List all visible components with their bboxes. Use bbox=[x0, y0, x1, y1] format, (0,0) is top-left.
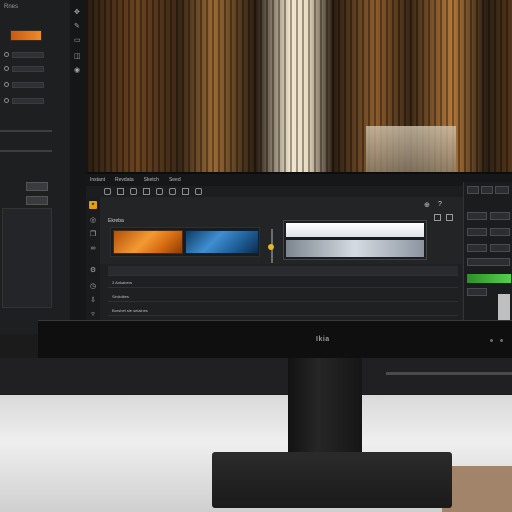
lock-icon[interactable] bbox=[446, 214, 453, 221]
layer-row[interactable]: Borshet sle selaines bbox=[108, 306, 458, 316]
left-option-button[interactable] bbox=[26, 182, 48, 191]
monitor-base bbox=[212, 452, 452, 508]
left-property-row[interactable] bbox=[4, 96, 44, 105]
tool-icon[interactable] bbox=[156, 188, 163, 195]
bezel-button[interactable] bbox=[490, 339, 493, 342]
help-icon[interactable]: ? bbox=[438, 201, 446, 209]
prop-button[interactable] bbox=[467, 212, 487, 220]
folder-icon[interactable]: ▪ bbox=[89, 201, 97, 209]
layer-label: 3 Ankabers bbox=[112, 280, 133, 285]
tool-icon[interactable] bbox=[169, 188, 176, 195]
link-icon[interactable]: ∞ bbox=[89, 245, 97, 253]
copy-icon[interactable]: ❐ bbox=[89, 231, 97, 239]
brush-icon[interactable]: ✎ bbox=[74, 22, 82, 30]
trash-icon[interactable]: ▿ bbox=[89, 311, 97, 319]
preview-highlight bbox=[286, 223, 424, 237]
photo-scene: Rnes ✥ ✎ ▭ ◫ ◉ Instant Revdata Sketch Se… bbox=[0, 0, 512, 512]
property-field[interactable] bbox=[12, 65, 44, 72]
menu-item[interactable]: Revdata bbox=[115, 177, 134, 183]
settings-icon[interactable]: ⚙ bbox=[89, 267, 97, 275]
clock-icon[interactable]: ◷ bbox=[89, 283, 97, 291]
tool-icon[interactable] bbox=[195, 188, 202, 195]
move-icon[interactable]: ✥ bbox=[74, 8, 82, 16]
power-button[interactable] bbox=[500, 339, 503, 342]
layer-icon[interactable]: ◫ bbox=[74, 52, 82, 60]
prop-button[interactable] bbox=[467, 288, 487, 296]
layer-label: Borshet sle selaines bbox=[112, 308, 148, 313]
shelf-edge bbox=[386, 372, 512, 375]
download-icon[interactable]: ⇩ bbox=[89, 297, 97, 305]
prop-button[interactable] bbox=[495, 186, 509, 194]
prop-button[interactable] bbox=[467, 258, 510, 266]
toolbar bbox=[86, 186, 512, 197]
layer-row[interactable]: 3 Ankabers bbox=[108, 278, 458, 288]
tool-icon[interactable] bbox=[104, 188, 111, 195]
clip-track[interactable] bbox=[110, 227, 260, 257]
prop-button[interactable] bbox=[467, 186, 479, 194]
left-property-row[interactable] bbox=[4, 80, 44, 89]
radio-icon bbox=[4, 66, 9, 71]
layer-row[interactable] bbox=[108, 266, 458, 276]
tool-icon[interactable] bbox=[117, 188, 124, 195]
left-icon-strip bbox=[70, 0, 86, 320]
tool-icon[interactable] bbox=[130, 188, 137, 195]
left-empty-panel bbox=[2, 208, 52, 308]
layer-label: Sinilolites bbox=[112, 294, 129, 299]
background-shelf bbox=[0, 358, 512, 394]
left-property-row[interactable] bbox=[4, 64, 44, 73]
prop-button[interactable] bbox=[490, 228, 510, 236]
property-field[interactable] bbox=[12, 97, 44, 104]
radio-icon bbox=[4, 52, 9, 57]
properties-panel bbox=[463, 182, 512, 324]
menu-item[interactable]: Instant bbox=[90, 177, 105, 183]
property-field[interactable] bbox=[12, 51, 44, 58]
monitor-bezel: Ikia bbox=[38, 320, 512, 358]
light-icon[interactable]: ◉ bbox=[74, 66, 82, 74]
menu-item[interactable]: Seed bbox=[169, 177, 181, 183]
layer-row[interactable]: Sinilolites bbox=[108, 292, 458, 302]
select-icon[interactable]: ▭ bbox=[74, 36, 82, 44]
tool-icon[interactable] bbox=[143, 188, 150, 195]
blue-clip[interactable] bbox=[185, 230, 259, 254]
left-panel-title: Rnes bbox=[4, 4, 19, 10]
prop-button[interactable] bbox=[467, 228, 487, 236]
menu-item[interactable]: Sketch bbox=[144, 177, 159, 183]
tool-icon[interactable] bbox=[182, 188, 189, 195]
status-indicator bbox=[467, 274, 511, 283]
layer-panel: 3 Ankabers Sinilolites Borshet sle selai… bbox=[100, 264, 462, 322]
background-corridor bbox=[86, 0, 512, 172]
left-monitor-screen: Rnes ✥ ✎ ▭ ◫ ◉ bbox=[0, 0, 86, 334]
desk-wood-corner bbox=[442, 466, 512, 512]
prop-button[interactable] bbox=[490, 212, 510, 220]
preview-gradient bbox=[286, 240, 424, 257]
prop-button[interactable] bbox=[490, 244, 510, 252]
menu-bar: Instant Revdata Sketch Seed bbox=[86, 174, 512, 186]
divider bbox=[0, 130, 52, 132]
panel-header: Ekreba bbox=[108, 218, 124, 224]
radio-icon bbox=[4, 98, 9, 103]
divider bbox=[0, 150, 52, 152]
expand-icon[interactable] bbox=[434, 214, 441, 221]
corridor-floor bbox=[366, 126, 456, 172]
prop-button[interactable] bbox=[481, 186, 493, 194]
left-orange-swatch[interactable] bbox=[10, 30, 42, 41]
preview-window bbox=[283, 220, 427, 260]
left-property-row[interactable] bbox=[4, 50, 44, 59]
left-option-button[interactable] bbox=[26, 196, 48, 205]
prop-button[interactable] bbox=[467, 244, 487, 252]
orange-clip[interactable] bbox=[113, 230, 183, 254]
playhead-handle[interactable] bbox=[268, 244, 274, 250]
brand-logo: Ikia bbox=[316, 336, 330, 343]
eye-icon[interactable]: ◎ bbox=[89, 217, 97, 225]
main-monitor-screen: Instant Revdata Sketch Seed ▪ ◎ ❐ ∞ ⚙ ◷ … bbox=[86, 172, 512, 324]
radio-icon bbox=[4, 82, 9, 87]
property-field[interactable] bbox=[12, 81, 44, 88]
zoom-icon[interactable]: ⊕ bbox=[424, 201, 432, 209]
tool-rail: ▪ ◎ ❐ ∞ ⚙ ◷ ⇩ ▿ bbox=[86, 197, 100, 322]
